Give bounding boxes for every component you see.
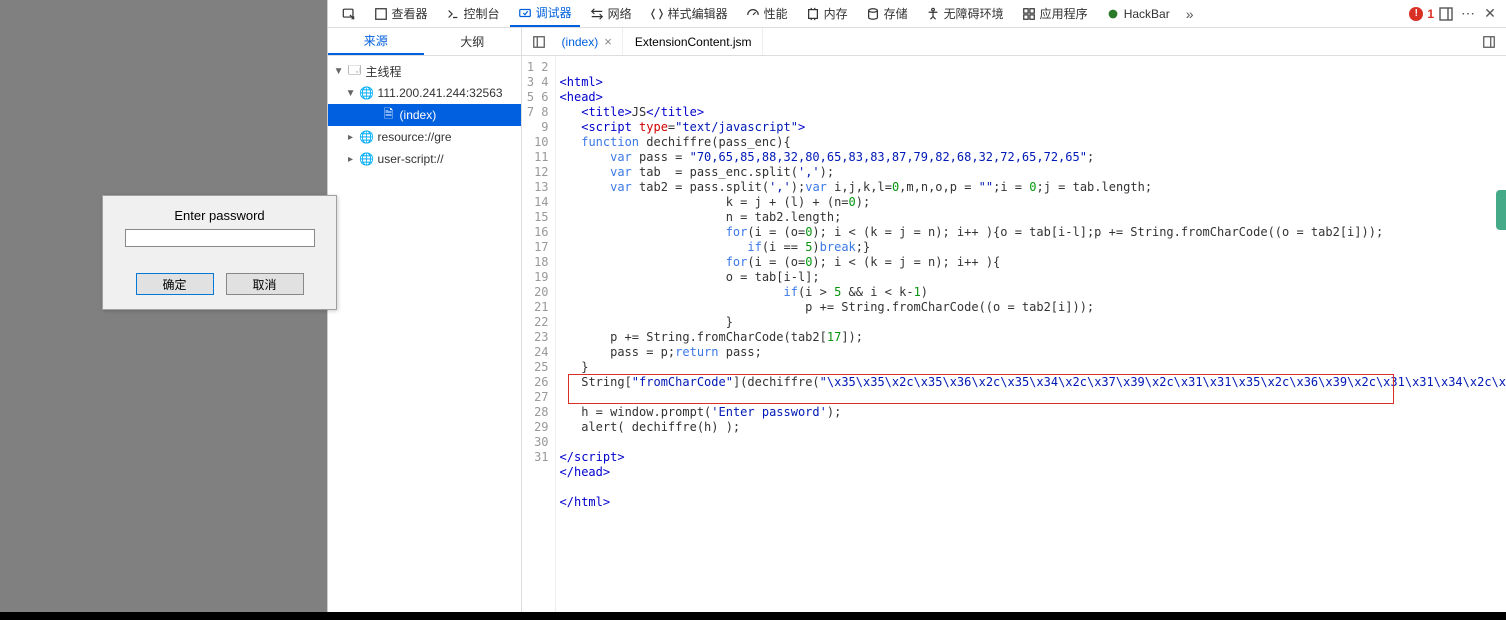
tab-storage[interactable]: 存储	[858, 0, 916, 27]
debugger-sub-toolbar: 来源 大纲 (index) × ExtensionContent.jsm	[328, 28, 1506, 56]
window-icon: 🗔	[348, 61, 362, 82]
tab-memory[interactable]: 内存	[798, 0, 856, 27]
globe-icon: 🌐	[360, 86, 374, 100]
tree-resource-gre[interactable]: ▸ 🌐 resource://gre	[328, 126, 521, 148]
tree-main-thread[interactable]: ▼ 🗔 主线程	[328, 60, 521, 82]
pick-element-icon[interactable]	[334, 0, 364, 27]
password-prompt-dialog: Enter password 确定 取消	[102, 195, 337, 310]
ok-button[interactable]: 确定	[136, 273, 214, 295]
line-gutter[interactable]: 1 2 3 4 5 6 7 8 9 10 11 12 13 14 15 16 1…	[522, 56, 556, 612]
tab-accessibility[interactable]: 无障碍环境	[918, 0, 1012, 27]
error-count-badge[interactable]: ! 1	[1409, 7, 1434, 21]
globe-icon: 🌐	[360, 152, 374, 166]
tab-style-editor[interactable]: 样式编辑器	[642, 0, 736, 27]
dock-icon[interactable]	[1436, 6, 1456, 22]
tree-user-script[interactable]: ▸ 🌐 user-script://	[328, 148, 521, 170]
tab-performance[interactable]: 性能	[738, 0, 796, 27]
tab-network[interactable]: 网络	[582, 0, 640, 27]
password-input[interactable]	[125, 229, 315, 247]
close-icon[interactable]: ✕	[1480, 5, 1500, 22]
collapse-right-icon[interactable]	[1478, 35, 1500, 49]
tab-inspector[interactable]: 查看器	[366, 0, 436, 27]
error-icon: !	[1409, 7, 1423, 21]
code-content[interactable]: <html> <head> <title>JS</title> <script …	[556, 56, 1506, 612]
collapse-left-icon[interactable]	[528, 35, 550, 49]
browser-viewport: Enter password 确定 取消	[0, 0, 327, 612]
menu-icon[interactable]: ⋯	[1458, 5, 1478, 22]
right-edge-handle[interactable]	[1496, 190, 1506, 230]
sub-tab-outline[interactable]: 大纲	[424, 28, 521, 55]
file-icon: 🗎	[382, 105, 396, 126]
tab-console[interactable]: 控制台	[438, 0, 508, 27]
globe-icon: 🌐	[360, 130, 374, 144]
tab-application[interactable]: 应用程序	[1014, 0, 1096, 27]
overflow-icon[interactable]: »	[1180, 6, 1200, 22]
tab-hackbar[interactable]: HackBar	[1098, 0, 1178, 27]
prompt-message: Enter password	[103, 196, 336, 227]
devtools-toolbar: 查看器 控制台 调试器 网络 样式编辑器 性能 内存 存储	[328, 0, 1506, 28]
close-tab-icon[interactable]: ×	[604, 34, 612, 49]
tree-index-file[interactable]: 🗎 (index)	[328, 104, 521, 126]
code-editor[interactable]: 1 2 3 4 5 6 7 8 9 10 11 12 13 14 15 16 1…	[522, 56, 1506, 612]
tab-debugger[interactable]: 调试器	[510, 0, 580, 27]
file-tab-extension[interactable]: ExtensionContent.jsm	[625, 28, 763, 55]
tree-host[interactable]: ▼ 🌐 111.200.241.244:32563	[328, 82, 521, 104]
file-tab-index[interactable]: (index) ×	[552, 28, 623, 55]
cancel-button[interactable]: 取消	[226, 273, 304, 295]
sources-tree: ▼ 🗔 主线程 ▼ 🌐 111.200.241.244:32563 🗎 (ind…	[328, 56, 522, 612]
devtools-panel: 查看器 控制台 调试器 网络 样式编辑器 性能 内存 存储	[327, 0, 1506, 612]
sub-tab-sources[interactable]: 来源	[328, 28, 425, 55]
